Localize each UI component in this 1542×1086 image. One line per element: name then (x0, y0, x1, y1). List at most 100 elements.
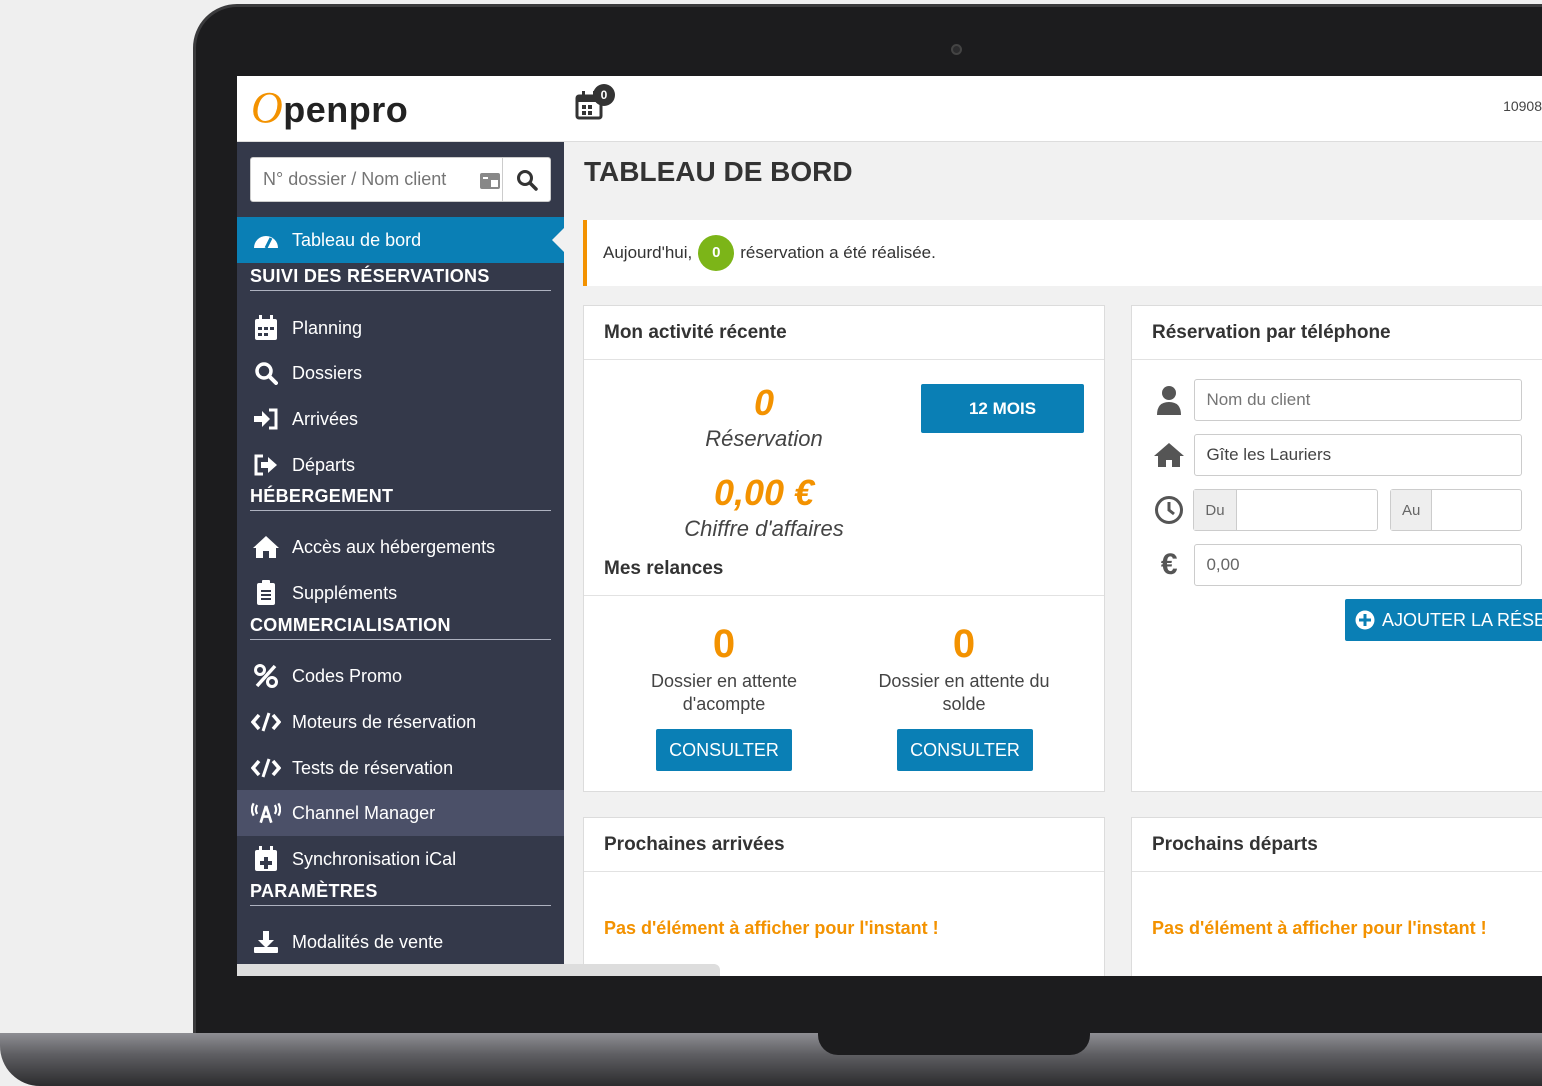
daily-alert: Aujourd'hui, 0 réservation a été réalisé… (583, 220, 1542, 286)
add-reservation-button[interactable]: AJOUTER LA RÉSER (1345, 599, 1542, 641)
section-parametres: PARAMÈTRES (250, 881, 551, 906)
clock-icon (1152, 495, 1185, 525)
client-name-input[interactable] (1194, 379, 1522, 421)
reservations-value: 0 (753, 382, 775, 423)
sidebar-item-modalites-vente[interactable]: Modalités de vente (237, 919, 564, 965)
activity-panel: Mon activité récente 0 Réservation 12 MO… (583, 305, 1105, 792)
sidebar-item-departs[interactable]: Départs (237, 442, 564, 488)
arrivals-empty-message: Pas d'élément à afficher pour l'instant … (604, 918, 939, 938)
acompte-value: 0 (712, 622, 736, 666)
sidebar-item-label: Modalités de vente (292, 931, 444, 952)
sidebar-item-label: Planning (292, 317, 363, 338)
percent-icon (251, 664, 281, 688)
date-to-input[interactable]: Au (1390, 489, 1522, 531)
sidebar-item-dossiers[interactable]: Dossiers (237, 350, 564, 396)
notification-badge: 0 (593, 84, 615, 106)
phone-reservation-title: Réservation par téléphone (1132, 306, 1542, 360)
sidebar-item-codes-promo[interactable]: Codes Promo (237, 653, 564, 699)
relances-title: Mes relances (604, 558, 724, 579)
solde-value: 0 (952, 622, 976, 666)
date-from-input[interactable]: Du (1193, 489, 1379, 531)
sidebar-item-supplements[interactable]: Suppléments (237, 570, 564, 616)
relances-divider (584, 595, 1104, 596)
period-12-months-button[interactable]: 12 MOIS (921, 384, 1084, 433)
sidebar-item-label: Suppléments (292, 582, 398, 603)
sidebar-item-label: Synchronisation iCal (292, 848, 457, 869)
openpro-logo[interactable]: Openpro (251, 82, 408, 133)
search-icon (251, 361, 281, 385)
app-screen: Openpro 0 10908 Tableau de bord (237, 76, 1542, 976)
solde-label-1: Dossier en attente du (878, 671, 1050, 691)
laptop-notch (818, 1033, 1090, 1055)
lodging-select[interactable]: Gîte les Lauriers (1194, 434, 1522, 476)
amount-input[interactable]: 0,00 (1194, 544, 1522, 586)
sidebar-item-planning[interactable]: Planning (237, 305, 564, 351)
calendar-plus-icon (251, 846, 281, 872)
sidebar-item-arrivees[interactable]: Arrivées (237, 396, 564, 442)
user-icon (1152, 385, 1186, 415)
sidebar-item-channel-manager[interactable]: Channel Manager (237, 790, 564, 836)
add-reservation-label: AJOUTER LA RÉSER (1382, 610, 1542, 630)
amount-row: € 0,00 (1152, 544, 1522, 586)
sign-out-icon (251, 454, 281, 476)
dossier-search (250, 157, 551, 202)
departures-empty-message: Pas d'élément à afficher pour l'instant … (1152, 918, 1487, 938)
page-title: TABLEAU DE BORD (584, 156, 853, 187)
calendar-notifications[interactable]: 0 (575, 84, 615, 124)
alert-count-badge: 0 (698, 235, 735, 271)
date-from-label: Du (1194, 490, 1237, 530)
logo-text: penpro (283, 89, 409, 130)
status-tooltip-bar (237, 964, 720, 976)
sidebar-item-label: Tests de réservation (292, 757, 454, 778)
sidebar-item-label: Accès aux hébergements (292, 536, 496, 557)
active-indicator (552, 228, 564, 252)
sidebar-item-moteurs-reservation[interactable]: Moteurs de réservation (237, 699, 564, 745)
sidebar: Tableau de bord SUIVI DES RÉSERVATIONS P… (237, 142, 564, 976)
sidebar-item-tests-reservation[interactable]: Tests de réservation (237, 745, 564, 791)
account-id[interactable]: 10908 (1503, 98, 1542, 114)
webcam (951, 44, 962, 55)
sidebar-item-label: Channel Manager (292, 802, 436, 823)
sidebar-item-label: Tableau de bord (292, 229, 422, 250)
top-bar: Openpro 0 10908 (237, 76, 1542, 142)
euro-icon: € (1160, 548, 1178, 581)
section-suivi: SUIVI DES RÉSERVATIONS (250, 266, 551, 291)
main-content: TABLEAU DE BORD Aujourd'hui, 0 réservati… (564, 142, 1542, 976)
home-icon (1152, 442, 1186, 468)
section-hebergement: HÉBERGEMENT (250, 486, 551, 511)
search-button[interactable] (502, 158, 550, 201)
clipboard-list-icon (251, 580, 281, 606)
download-icon (251, 930, 281, 954)
solde-label-2: solde (942, 694, 986, 714)
sidebar-item-label: Codes Promo (292, 665, 403, 686)
client-name-row (1152, 379, 1522, 421)
broadcast-tower-icon (251, 801, 281, 825)
departures-title: Prochains départs (1132, 818, 1542, 872)
phone-reservation-panel: Réservation par téléphone Gîte les Lauri… (1131, 305, 1542, 792)
activity-title: Mon activité récente (584, 306, 1104, 360)
laptop-base (0, 1033, 1542, 1086)
alert-prefix: Aujourd'hui, (603, 243, 693, 262)
consult-acompte-button[interactable]: CONSULTER (656, 729, 792, 771)
sidebar-item-tableau-de-bord[interactable]: Tableau de bord (237, 217, 564, 263)
consult-solde-button[interactable]: CONSULTER (897, 729, 1033, 771)
sidebar-item-label: Moteurs de réservation (292, 711, 477, 732)
id-card-icon[interactable] (478, 158, 502, 203)
revenue-value: 0,00 € (713, 472, 815, 513)
sidebar-item-label: Départs (292, 454, 356, 475)
arrivals-panel: Prochaines arrivées Pas d'élément à affi… (583, 817, 1105, 976)
plus-circle-icon (1355, 610, 1375, 630)
departures-panel: Prochains départs Pas d'élément à affich… (1131, 817, 1542, 976)
home-icon (251, 535, 281, 559)
date-to-label: Au (1391, 490, 1433, 530)
acompte-label-2: d'acompte (682, 694, 766, 714)
logo-o: O (251, 83, 284, 132)
sidebar-item-synchronisation-ical[interactable]: Synchronisation iCal (237, 836, 564, 882)
calendar-icon (251, 315, 281, 341)
acompte-label-1: Dossier en attente (650, 671, 798, 691)
search-input[interactable] (251, 158, 478, 201)
sidebar-item-label: Dossiers (292, 362, 363, 383)
arrivals-title: Prochaines arrivées (584, 818, 1104, 872)
code-icon (251, 711, 281, 733)
sidebar-item-acces-hebergements[interactable]: Accès aux hébergements (237, 524, 564, 570)
